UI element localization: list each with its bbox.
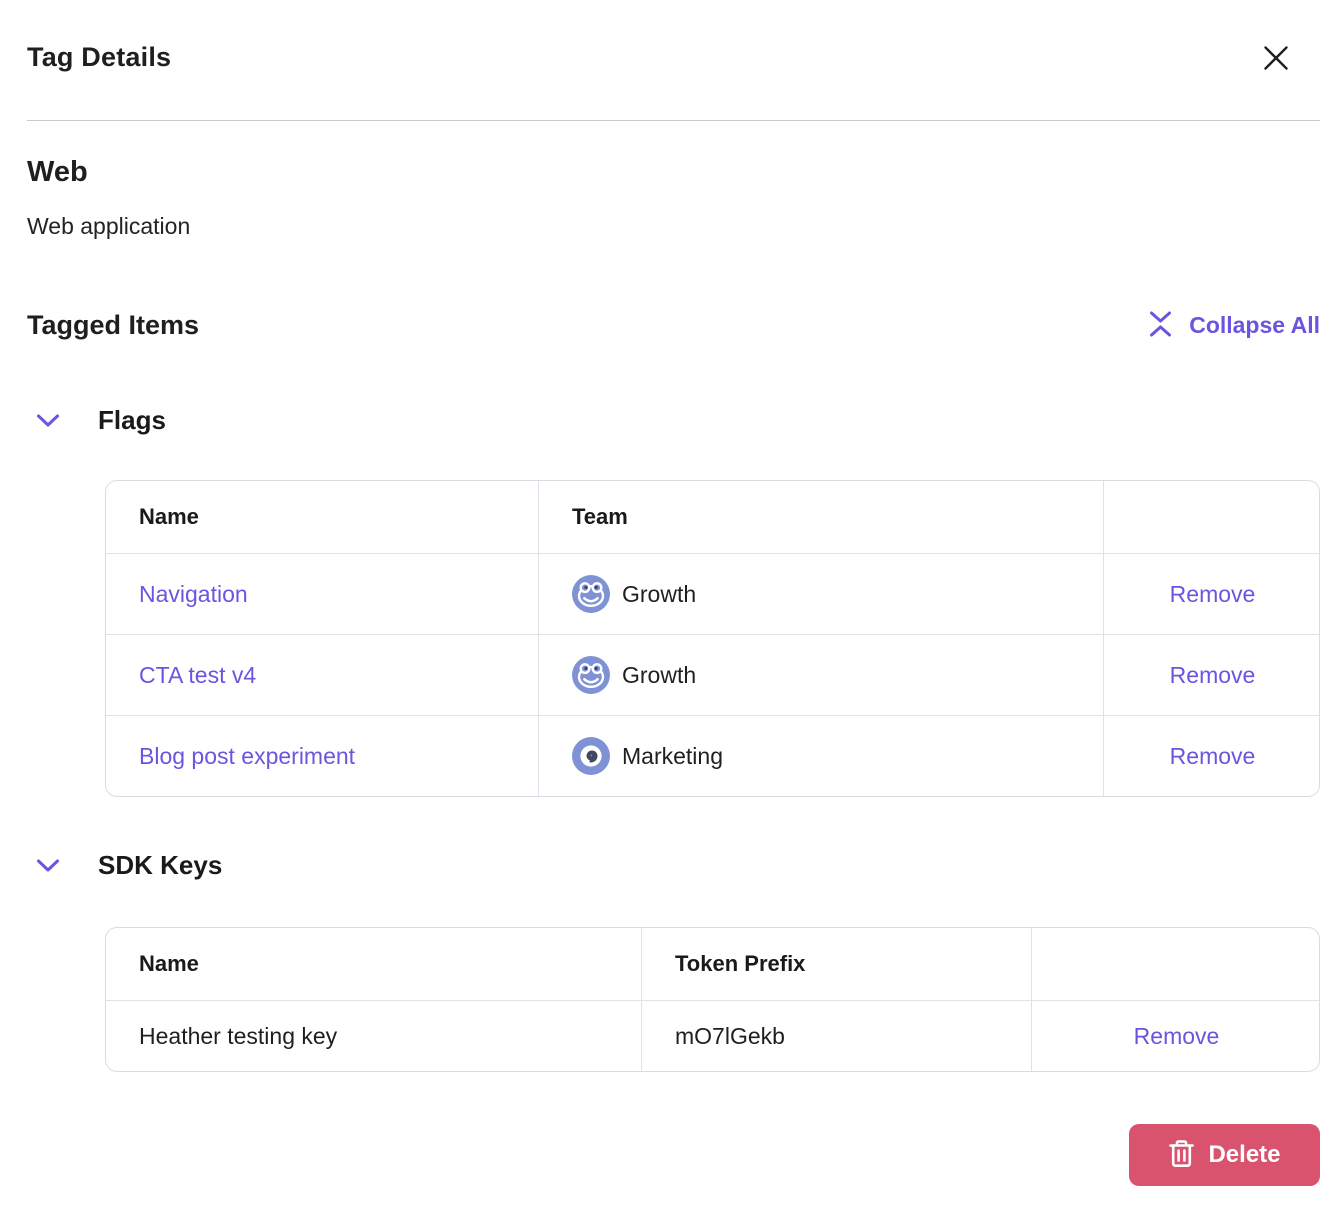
snail-avatar-icon (572, 737, 610, 775)
tag-name: Web (27, 154, 1320, 190)
sdk-keys-section-title: SDK Keys (98, 850, 222, 881)
chevron-down-icon (35, 863, 61, 878)
remove-button[interactable]: Remove (1170, 662, 1256, 689)
table-row: Blog post experiment Marketing Remove (106, 715, 1319, 796)
remove-button[interactable]: Remove (1134, 1023, 1220, 1050)
flags-collapse-toggle[interactable] (35, 412, 61, 430)
modal-footer: Delete (27, 1124, 1320, 1186)
close-icon (1261, 61, 1291, 76)
column-header-actions (1031, 928, 1320, 1000)
sdk-keys-collapse-toggle[interactable] (35, 857, 61, 875)
frog-avatar-icon (572, 575, 610, 613)
sdk-keys-section-header: SDK Keys (35, 850, 1320, 881)
modal-title: Tag Details (27, 42, 171, 73)
flag-link[interactable]: Blog post experiment (139, 743, 355, 770)
token-prefix-value: mO7lGekb (641, 1001, 1031, 1071)
flag-link[interactable]: CTA test v4 (139, 662, 256, 689)
chevron-down-icon (35, 418, 61, 433)
sdk-key-name: Heather testing key (106, 1001, 641, 1071)
flags-table: Name Team Navigation Growth Remove CTA t… (105, 480, 1320, 797)
collapse-all-button[interactable]: Collapse All (1147, 308, 1320, 343)
flags-section-title: Flags (98, 405, 166, 436)
column-header-token-prefix: Token Prefix (641, 928, 1031, 1000)
tagged-items-header-row: Tagged Items Collapse All (27, 308, 1320, 343)
column-header-team: Team (538, 481, 1103, 553)
flag-link[interactable]: Navigation (139, 581, 248, 608)
team-name: Marketing (622, 743, 723, 770)
flags-table-header-row: Name Team (106, 481, 1319, 553)
table-row: CTA test v4 Growth Remove (106, 634, 1319, 715)
tag-description: Web application (27, 212, 1320, 240)
collapse-all-label: Collapse All (1189, 312, 1320, 339)
column-header-name: Name (106, 481, 538, 553)
remove-button[interactable]: Remove (1170, 743, 1256, 770)
close-button[interactable] (1261, 43, 1291, 73)
team-name: Growth (622, 581, 696, 608)
column-header-name: Name (106, 928, 641, 1000)
table-row: Navigation Growth Remove (106, 553, 1319, 634)
frog-avatar-icon (572, 656, 610, 694)
collapse-all-icon (1147, 308, 1174, 343)
tagged-items-heading: Tagged Items (27, 310, 199, 341)
delete-button-label: Delete (1208, 1141, 1280, 1169)
trash-icon (1168, 1139, 1195, 1171)
modal-header: Tag Details (27, 0, 1320, 73)
remove-button[interactable]: Remove (1170, 581, 1256, 608)
delete-button[interactable]: Delete (1129, 1124, 1320, 1186)
tag-details-modal: Tag Details Web Web application Tagged I… (0, 0, 1334, 1186)
column-header-actions (1103, 481, 1320, 553)
header-divider (27, 120, 1320, 121)
flags-section-header: Flags (35, 405, 1320, 436)
sdk-table-header-row: Name Token Prefix (106, 928, 1319, 1000)
table-row: Heather testing key mO7lGekb Remove (106, 1000, 1319, 1071)
team-name: Growth (622, 662, 696, 689)
sdk-keys-table: Name Token Prefix Heather testing key mO… (105, 927, 1320, 1072)
